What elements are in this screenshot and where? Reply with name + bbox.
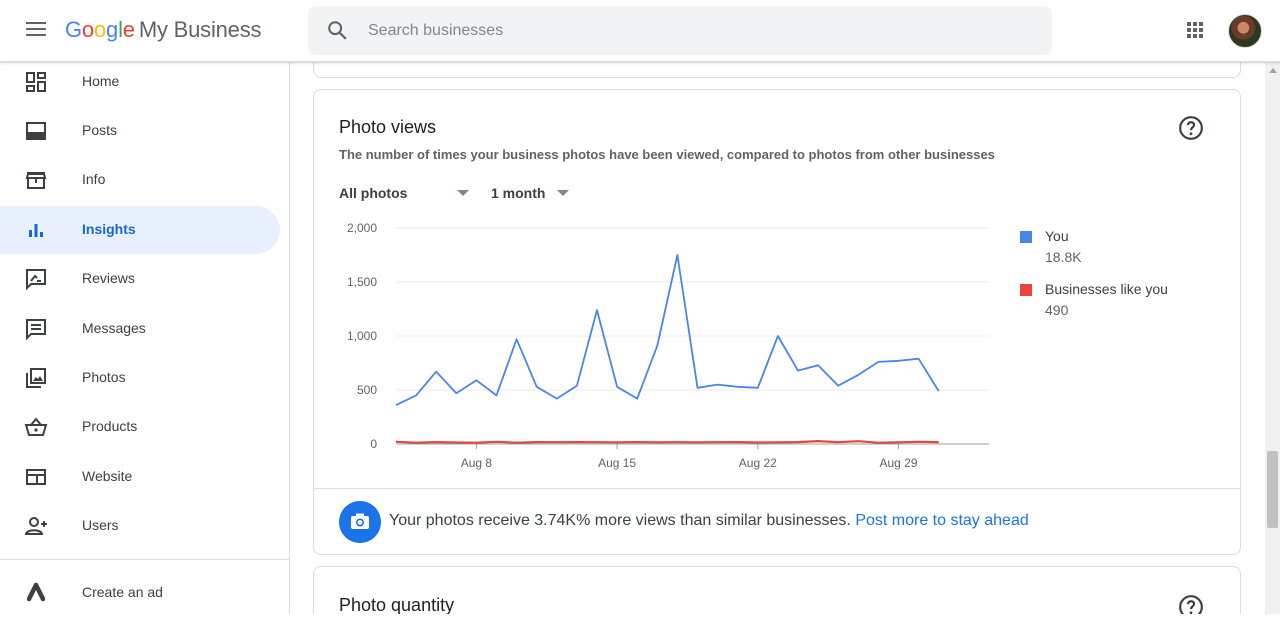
- sidebar-item-reviews[interactable]: Reviews: [0, 255, 280, 303]
- x-tick-label: Aug 29: [879, 456, 917, 470]
- basket-icon: [24, 417, 48, 436]
- legend-value: 18.8K: [1045, 249, 1082, 265]
- sidebar-item-label: Messages: [82, 320, 146, 336]
- insights-icon: [29, 224, 43, 237]
- x-tick-label: Aug 15: [598, 456, 636, 470]
- messages-icon: [26, 319, 46, 341]
- posts-icon: [26, 122, 46, 140]
- sidebar-item-products[interactable]: Products: [0, 403, 280, 451]
- legend-swatch: [1020, 284, 1032, 296]
- sidebar-item-users[interactable]: Users: [0, 502, 280, 550]
- y-tick-label: 500: [357, 383, 377, 397]
- sidebar-divider: [0, 559, 289, 560]
- insight-text: Your photos receive 3.74K% more views th…: [389, 512, 851, 529]
- card-title: Photo quantity: [339, 595, 455, 614]
- sidebar-item-label: Users: [82, 517, 119, 533]
- add-user-icon: [24, 517, 47, 535]
- sidebar-item-create-ad[interactable]: Create an ad: [0, 569, 280, 617]
- legend-name: Businesses like you: [1045, 281, 1168, 297]
- store-icon: [25, 172, 47, 189]
- chevron-down-icon: [557, 190, 569, 196]
- top-app-bar: Google My Business: [0, 0, 1280, 62]
- period-dropdown[interactable]: 1 month: [491, 185, 581, 201]
- card-title: Photo views: [339, 117, 437, 137]
- sidebar-item-label: Photos: [82, 369, 126, 385]
- chevron-down-icon: [457, 190, 469, 196]
- website-icon: [26, 469, 46, 485]
- y-tick-label: 2,000: [347, 221, 377, 235]
- search-icon[interactable]: [326, 19, 348, 41]
- legend-name: You: [1045, 228, 1069, 244]
- series-line-businesses: [395, 440, 939, 444]
- sidebar-item-label: Info: [82, 171, 106, 187]
- previous-card: [313, 62, 1241, 78]
- card-divider: [314, 488, 1240, 489]
- series-line-you: [395, 254, 940, 406]
- x-tick-label: Aug 22: [739, 456, 777, 470]
- period-value: 1 month: [491, 185, 546, 201]
- main-content: Photo views The number of times your bus…: [290, 62, 1265, 614]
- product-name: My Business: [138, 17, 262, 42]
- sidebar-item-photos[interactable]: Photos: [0, 354, 280, 402]
- y-tick-label: 1,500: [347, 275, 377, 289]
- account-avatar[interactable]: [1228, 14, 1262, 48]
- camera-icon: [339, 501, 381, 543]
- dashboard-icon: [26, 72, 46, 92]
- photo-views-chart: 0 500 1,000 1,500 2,000 Aug 8 Aug 15 Aug 22 Aug …: [347, 221, 989, 470]
- photo-type-dropdown[interactable]: All photos: [339, 185, 479, 201]
- sidebar-item-label: Insights: [82, 221, 136, 237]
- search-bar[interactable]: [308, 6, 1052, 55]
- sidebar-item-website[interactable]: Website: [0, 453, 280, 501]
- post-more-link[interactable]: Post more to stay ahead: [855, 512, 1028, 529]
- y-tick-label: 1,000: [347, 329, 377, 343]
- photo-views-card: Photo views The number of times your bus…: [313, 89, 1241, 555]
- sidebar-item-label: Posts: [82, 122, 118, 138]
- help-icon[interactable]: [1178, 115, 1204, 141]
- sidebar-item-label: Products: [82, 418, 138, 434]
- scrollbar[interactable]: [1265, 62, 1280, 614]
- apps-grid-icon[interactable]: [1183, 18, 1207, 42]
- main-menu-icon[interactable]: [22, 18, 52, 44]
- sidebar-nav: Home Posts Info Insights Reviews Message…: [0, 62, 290, 614]
- sidebar-item-label: Create an ad: [82, 584, 163, 600]
- photo-type-value: All photos: [339, 185, 408, 201]
- legend-value: 490: [1045, 302, 1069, 318]
- photos-icon: [26, 368, 46, 388]
- x-tick-label: Aug 8: [461, 456, 493, 470]
- sidebar-item-messages[interactable]: Messages: [0, 305, 280, 353]
- sidebar-item-home[interactable]: Home: [0, 58, 280, 106]
- scroll-up-arrow-icon[interactable]: [1269, 68, 1277, 73]
- sidebar-item-insights[interactable]: Insights: [0, 206, 280, 254]
- photo-quantity-card: Photo quantity: [313, 566, 1241, 614]
- legend-swatch: [1020, 231, 1032, 243]
- help-icon[interactable]: [1178, 594, 1204, 614]
- sidebar-item-label: Reviews: [82, 270, 135, 286]
- sidebar-item-info[interactable]: Info: [0, 156, 280, 204]
- reviews-icon: [26, 269, 46, 291]
- sidebar-item-label: Home: [82, 73, 120, 89]
- insight-message: Your photos receive 3.74K% more views th…: [389, 512, 1029, 530]
- sidebar-item-posts[interactable]: Posts: [0, 107, 280, 155]
- google-ads-icon: [26, 582, 46, 602]
- sidebar-item-label: Website: [82, 468, 133, 484]
- card-subtitle: The number of times your business photos…: [339, 147, 995, 162]
- search-input[interactable]: [368, 19, 968, 43]
- scrollbar-thumb[interactable]: [1267, 451, 1278, 528]
- google-my-business-logo[interactable]: Google My Business: [65, 17, 262, 43]
- y-tick-label: 0: [370, 437, 377, 451]
